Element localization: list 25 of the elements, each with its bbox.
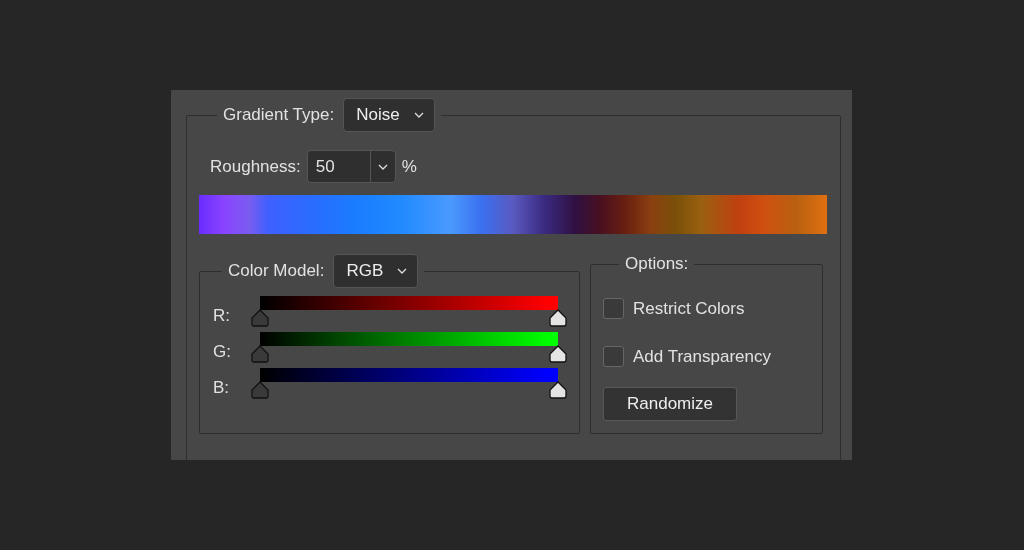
slider-thumb[interactable] — [250, 309, 270, 327]
roughness-field[interactable]: 50 — [306, 150, 396, 183]
roughness-label: Roughness: — [210, 156, 301, 177]
checkbox-label: Restrict Colors — [633, 298, 745, 319]
chevron-down-icon — [377, 163, 388, 170]
color-model-dropdown[interactable]: RGB — [333, 254, 419, 288]
slider-thumb[interactable] — [548, 345, 568, 363]
gradient-type-dropdown[interactable]: Noise — [343, 98, 435, 132]
gradient-type-label: Gradient Type: — [223, 105, 335, 125]
slider-thumb[interactable] — [548, 381, 568, 399]
color-model-label: Color Model: — [228, 261, 325, 281]
slider-thumb[interactable] — [250, 381, 270, 399]
checkbox[interactable] — [603, 346, 624, 367]
slider-thumb[interactable] — [250, 345, 270, 363]
checkbox-label: Add Transparency — [633, 346, 771, 367]
slider-thumb[interactable] — [548, 309, 568, 327]
channel-label: R: — [212, 305, 231, 326]
channel-label: B: — [212, 377, 231, 398]
chevron-down-icon — [413, 112, 424, 118]
chevron-down-icon — [397, 268, 408, 274]
checkbox[interactable] — [603, 298, 624, 319]
randomize-button[interactable]: Randomize — [603, 387, 737, 421]
channel-label: G: — [212, 341, 232, 362]
percent-unit: % — [401, 156, 417, 177]
options-label: Options: — [625, 254, 689, 274]
